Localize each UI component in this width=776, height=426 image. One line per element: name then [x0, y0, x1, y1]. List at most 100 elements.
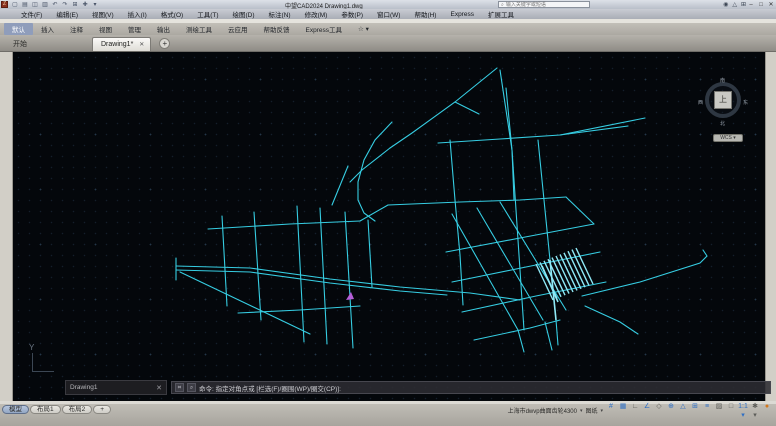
ribbon-tab[interactable]: 管理 — [120, 24, 149, 34]
search-placeholder: 输入关键字或短语 — [506, 1, 546, 8]
status-scale-caret-icon[interactable]: ▾ — [580, 408, 583, 414]
menu-item[interactable]: 工具(T) — [190, 9, 225, 19]
viewcube-north-label: 北 — [720, 120, 725, 127]
command-window-close-icon[interactable]: ✕ — [156, 384, 162, 392]
ribbon-tab[interactable]: 默认 — [4, 23, 33, 35]
app-logo-icon[interactable]: Z — [1, 1, 8, 8]
paper-space-caret-icon[interactable]: ▾ — [600, 408, 603, 414]
viewcube[interactable]: 上 北 南 西 东 — [697, 76, 749, 128]
menu-item[interactable]: 扩展工具 — [481, 9, 521, 19]
close-tab-icon[interactable]: ✕ — [139, 41, 144, 48]
command-window-title: Drawing1 — [70, 384, 152, 391]
transparency-icon[interactable]: ▨ — [714, 402, 724, 420]
start-tab[interactable]: 开始 — [4, 37, 36, 51]
isolate-objects-icon[interactable]: ● — [762, 402, 772, 420]
menu-item[interactable]: 插入(I) — [121, 9, 154, 19]
window-controls: –□✕ — [747, 0, 775, 9]
menu-item[interactable]: Express — [443, 11, 480, 18]
drawing-canvas[interactable]: 上 北 南 西 东 WCS ▾ Y Drawing1 ✕ ⌗ ⌕ 命令: 指 — [13, 52, 765, 401]
menu-item[interactable]: 窗口(W) — [370, 9, 407, 19]
viewcube-top-face[interactable]: 上 — [714, 91, 732, 109]
object-snap-tracking-icon[interactable]: △ — [678, 402, 688, 420]
search-icon: ⌕ — [501, 2, 504, 8]
workspace-switch-icon[interactable]: ✱ ▾ — [750, 402, 760, 420]
ribbon-tab[interactable]: ☆ ▾ — [350, 25, 377, 33]
snap-mode-icon[interactable]: # — [606, 402, 616, 420]
command-tools-icon[interactable]: ⌗ — [175, 383, 184, 392]
menu-item[interactable]: 绘图(D) — [226, 9, 262, 19]
paper-space-toggle[interactable]: 图纸 — [585, 406, 597, 415]
annotation-scale-icon[interactable]: 1:1 ▾ — [738, 402, 748, 420]
app-store-icon[interactable]: ⊞ — [741, 1, 746, 8]
print-icon[interactable]: ▥ — [41, 1, 49, 9]
new-layout-tab[interactable]: + — [93, 405, 111, 414]
layout2-tab[interactable]: 布局2 — [62, 405, 93, 414]
menu-item[interactable]: 视图(V) — [85, 9, 121, 19]
wcs-dropdown[interactable]: WCS ▾ — [713, 134, 743, 142]
qat-dropdown-icon[interactable]: ▾ — [91, 1, 99, 9]
menu-item[interactable]: 编辑(E) — [49, 9, 85, 19]
command-prompt-text[interactable]: 命令: 指定对角点或 [栏选(F)/圈围(WP)/圈交(CP)]: — [199, 383, 341, 393]
drawing-tab-bar: 开始 Drawing1* ✕ + — [0, 35, 776, 52]
status-toggle-icons: #▦∟∠◇⊕△⊞≡▨□1:1 ▾✱ ▾● — [606, 402, 772, 420]
left-window-margin — [0, 52, 13, 401]
menu-item[interactable]: 修改(M) — [298, 9, 335, 19]
new-drawing-button[interactable]: + — [159, 38, 170, 49]
ribbon-tab[interactable]: 帮助反馈 — [256, 24, 298, 34]
isometric-drafting-icon[interactable]: ◇ — [654, 402, 664, 420]
help-search-input[interactable]: ⌕ 输入关键字或短语 — [498, 1, 590, 8]
new-file-icon[interactable]: ▢ — [11, 1, 19, 9]
viewcube-south-label: 南 — [720, 77, 725, 84]
grid-display-icon[interactable]: ▦ — [618, 402, 628, 420]
minimize-button[interactable]: – — [747, 2, 755, 8]
ribbon-tab[interactable]: 注释 — [62, 24, 91, 34]
viewcube-west-label: 西 — [698, 99, 703, 106]
save-icon[interactable]: ◫ — [31, 1, 39, 9]
menu-item[interactable]: 格式(O) — [154, 9, 190, 19]
drawing-tab-label: Drawing1* — [101, 41, 133, 48]
ribbon-tab[interactable]: 视图 — [91, 24, 120, 34]
quick-access-toolbar: ▢▤◫▥↶↷⊞✚▾ — [11, 1, 99, 9]
menu-item[interactable]: 帮助(H) — [407, 9, 443, 19]
command-window-grip[interactable]: Drawing1 ✕ — [65, 380, 167, 395]
menu-item[interactable]: 标注(N) — [262, 9, 298, 19]
right-window-margin — [765, 52, 776, 401]
ribbon-tab[interactable]: 测绘工具 — [178, 24, 220, 34]
selection-cycling-icon[interactable]: □ — [726, 402, 736, 420]
redo-icon[interactable]: ↷ — [61, 1, 69, 9]
status-scale-text[interactable]: 上海市dwvp曲面齿轮4300 — [508, 406, 577, 415]
plot-preview-icon[interactable]: ⊞ — [71, 1, 79, 9]
object-snap-icon[interactable]: ⊕ — [666, 402, 676, 420]
open-file-icon[interactable]: ▤ — [21, 1, 29, 9]
menu-bar: 文件(F)编辑(E)视图(V)插入(I)格式(O)工具(T)绘图(D)标注(N)… — [0, 9, 776, 19]
ribbon-tab[interactable]: 云应用 — [220, 24, 256, 34]
canvas-row: 上 北 南 西 东 WCS ▾ Y Drawing1 ✕ ⌗ ⌕ 命令: 指 — [0, 52, 776, 401]
model-tab[interactable]: 模型 — [2, 405, 29, 414]
cloud-sync-icon[interactable]: △ — [732, 1, 737, 8]
polar-tracking-icon[interactable]: ∠ — [642, 402, 652, 420]
undo-icon[interactable]: ↶ — [51, 1, 59, 9]
menu-item[interactable]: 参数(P) — [334, 9, 370, 19]
ribbon-tab[interactable]: Express工具 — [298, 24, 350, 34]
menu-item[interactable]: 文件(F) — [14, 9, 49, 19]
drawing-tab-active[interactable]: Drawing1* ✕ — [92, 37, 151, 51]
ucs-icon: Y — [23, 343, 63, 379]
layout1-tab[interactable]: 布局1 — [30, 405, 61, 414]
ribbon-tab[interactable]: 输出 — [149, 24, 178, 34]
command-line-bar[interactable]: ⌗ ⌕ 命令: 指定对角点或 [栏选(F)/圈围(WP)/圈交(CP)]: — [171, 381, 771, 394]
status-right-cluster: 上海市dwvp曲面齿轮4300 ▾ 图纸 ▾ #▦∟∠◇⊕△⊞≡▨□1:1 ▾✱… — [508, 405, 774, 416]
close-button[interactable]: ✕ — [767, 1, 775, 8]
status-bar: 模型布局1布局2+ 上海市dwvp曲面齿轮4300 ▾ 图纸 ▾ #▦∟∠◇⊕△… — [0, 404, 776, 426]
workspace-icon[interactable]: ✚ — [81, 1, 89, 9]
ucs-y-label: Y — [29, 343, 34, 352]
ribbon-tab[interactable]: 插入 — [33, 24, 62, 34]
user-account-icon[interactable]: ◉ — [723, 1, 728, 8]
road-network-drawing — [13, 52, 765, 401]
lineweight-icon[interactable]: ≡ — [702, 402, 712, 420]
title-bar: Z ▢▤◫▥↶↷⊞✚▾ 中望CAD2024 Drawing1.dwg ⌕ 输入关… — [0, 0, 776, 9]
dynamic-input-icon[interactable]: ⊞ — [690, 402, 700, 420]
app-window: Z ▢▤◫▥↶↷⊞✚▾ 中望CAD2024 Drawing1.dwg ⌕ 输入关… — [0, 0, 776, 426]
ortho-mode-icon[interactable]: ∟ — [630, 402, 640, 420]
maximize-button[interactable]: □ — [757, 2, 765, 8]
command-search-icon[interactable]: ⌕ — [187, 383, 196, 392]
